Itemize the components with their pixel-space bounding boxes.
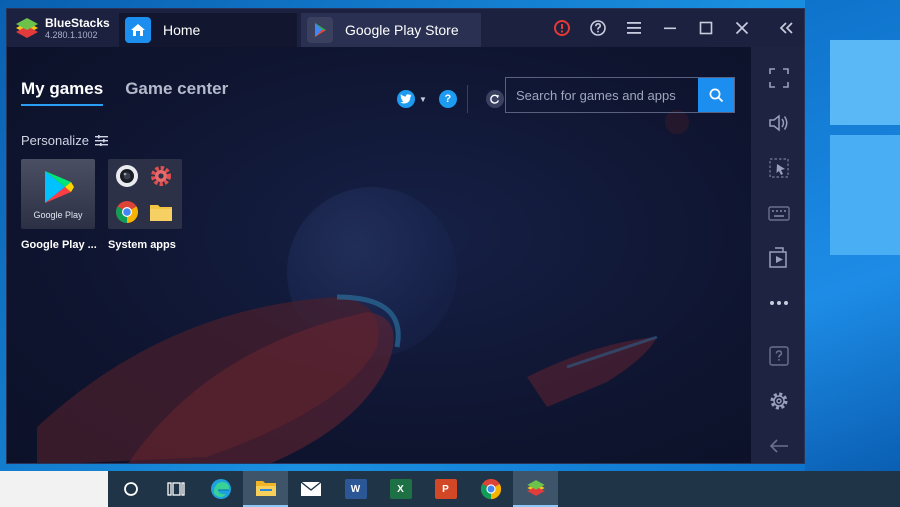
fullscreen-icon[interactable] xyxy=(751,63,804,93)
content-toolbar: ▼ ? xyxy=(397,85,504,113)
settings-icon[interactable] xyxy=(751,386,804,416)
game-label-google-play: Google Play ... xyxy=(21,239,97,251)
powerpoint-icon[interactable]: P xyxy=(423,471,468,507)
task-view-icon[interactable] xyxy=(153,471,198,507)
chrome-icon xyxy=(116,201,138,223)
home-nav: My games Game center xyxy=(21,79,250,106)
refresh-icon[interactable] xyxy=(485,90,504,108)
bluestacks-logo-icon xyxy=(13,14,41,42)
bluestacks-taskbar-icon[interactable] xyxy=(513,471,558,507)
file-explorer-icon[interactable] xyxy=(243,471,288,507)
excel-icon[interactable]: X xyxy=(378,471,423,507)
edge-icon[interactable] xyxy=(198,471,243,507)
twitter-icon[interactable] xyxy=(397,90,415,108)
alert-icon[interactable] xyxy=(544,9,580,47)
home-content: My games Game center ▼ ? Personalize xyxy=(7,47,751,463)
more-icon[interactable] xyxy=(751,288,804,318)
help-icon[interactable]: ? xyxy=(438,90,457,108)
game-system-apps[interactable]: System apps xyxy=(108,159,182,251)
files-icon xyxy=(150,205,172,221)
pointer-icon[interactable] xyxy=(751,153,804,183)
app-version: 4.280.1.1002 xyxy=(45,29,98,40)
taskbar-search-box[interactable] xyxy=(0,471,108,507)
google-play-tile-text: Google Play xyxy=(33,210,83,220)
search-box xyxy=(505,77,735,113)
taskbar: W X P xyxy=(0,471,900,507)
search-input[interactable] xyxy=(506,78,698,112)
right-sidebar xyxy=(751,47,804,463)
tab-game-center[interactable]: Game center xyxy=(125,79,228,106)
tab-google-play-store[interactable]: Google Play Store xyxy=(301,13,481,47)
game-google-play[interactable]: Google Play Google Play ... xyxy=(21,159,97,251)
word-icon[interactable]: W xyxy=(333,471,378,507)
home-icon xyxy=(125,17,151,43)
tab-home-label: Home xyxy=(163,22,201,38)
mail-icon[interactable] xyxy=(288,471,333,507)
keyboard-icon[interactable] xyxy=(751,198,804,228)
menu-icon[interactable] xyxy=(616,9,652,47)
google-play-icon: Google Play xyxy=(21,159,95,229)
close-icon[interactable] xyxy=(724,9,760,47)
app-name: BlueStacks xyxy=(45,15,110,30)
search-button[interactable] xyxy=(698,78,734,112)
play-store-icon xyxy=(307,17,333,43)
toolbar-separator xyxy=(466,85,468,113)
personalize-button[interactable]: Personalize xyxy=(21,133,108,148)
brand: BlueStacks 4.280.1.1002 xyxy=(7,14,119,42)
tab-play-label: Google Play Store xyxy=(345,22,459,38)
collapse-sidebar-icon[interactable] xyxy=(768,9,804,47)
system-apps-folder xyxy=(108,159,182,229)
window-controls xyxy=(544,9,804,47)
bluestacks-window: BlueStacks 4.280.1.1002 Home Google Play… xyxy=(6,8,805,464)
search-icon xyxy=(709,88,723,102)
settings-icon xyxy=(151,166,171,186)
tab-home[interactable]: Home xyxy=(119,13,297,47)
sidebar-help-icon[interactable] xyxy=(751,341,804,371)
minimize-icon[interactable] xyxy=(652,9,688,47)
camera-icon xyxy=(116,165,138,187)
media-manager-icon[interactable] xyxy=(751,243,804,273)
tab-my-games[interactable]: My games xyxy=(21,79,104,106)
sliders-icon xyxy=(94,135,108,146)
back-icon[interactable] xyxy=(751,431,804,461)
chrome-taskbar-icon[interactable] xyxy=(468,471,513,507)
maximize-icon[interactable] xyxy=(688,9,724,47)
help-circle-icon[interactable] xyxy=(580,9,616,47)
cortana-icon[interactable] xyxy=(108,471,153,507)
personalize-label: Personalize xyxy=(21,133,89,148)
game-label-system-apps: System apps xyxy=(108,239,176,251)
volume-icon[interactable] xyxy=(751,108,804,138)
twitter-dropdown-caret-icon[interactable]: ▼ xyxy=(419,95,427,104)
title-bar: BlueStacks 4.280.1.1002 Home Google Play… xyxy=(7,9,804,47)
